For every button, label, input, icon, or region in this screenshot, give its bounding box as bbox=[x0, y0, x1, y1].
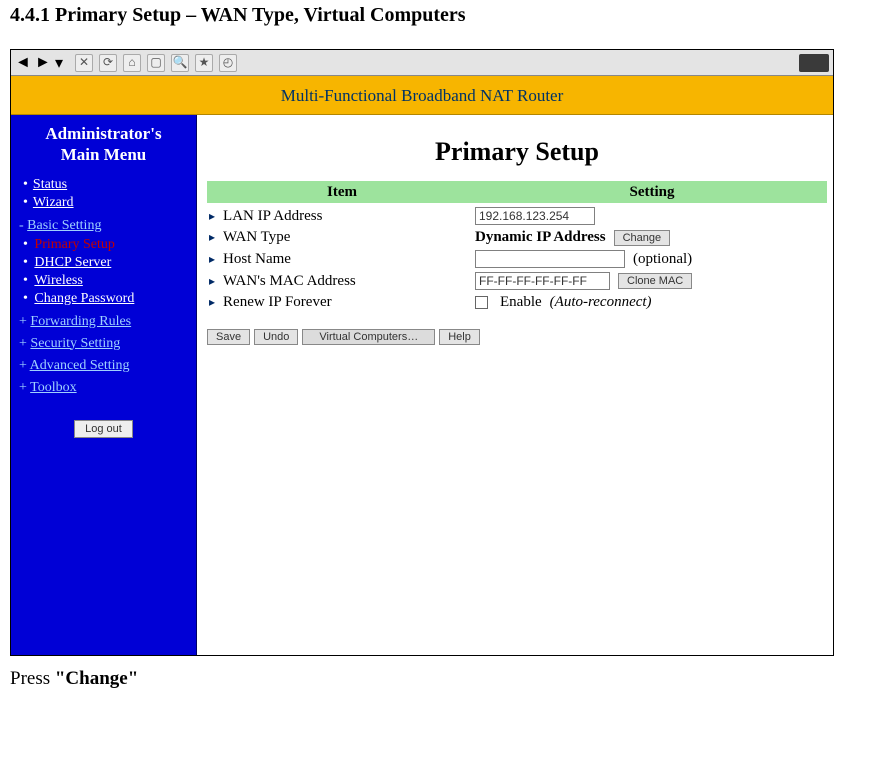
sidebar-group-forwarding-rules[interactable]: Forwarding Rules bbox=[19, 314, 188, 330]
logout-button[interactable]: Log out bbox=[74, 420, 133, 438]
checkbox-label-enable: Enable bbox=[500, 294, 542, 311]
sidebar-link-dhcp-server[interactable]: DHCP Server bbox=[34, 255, 111, 270]
virtual-computers-button[interactable]: Virtual Computers… bbox=[302, 329, 435, 345]
sidebar-group-security-setting[interactable]: Security Setting bbox=[19, 336, 188, 352]
input-host-name[interactable] bbox=[475, 250, 625, 268]
sidebar-item-wizard[interactable]: Wizard bbox=[19, 194, 188, 212]
admin-sidebar: Administrator's Main Menu Status Wizard … bbox=[11, 115, 197, 655]
save-button[interactable]: Save bbox=[207, 329, 250, 345]
favorites-icon[interactable]: ★ bbox=[195, 54, 213, 72]
row-host-name: Host Name (optional) bbox=[207, 248, 827, 270]
row-renew-ip: Renew IP Forever Enable (Auto-reconnect) bbox=[207, 292, 827, 313]
sidebar-link-primary-setup[interactable]: Primary Setup bbox=[34, 237, 115, 252]
checkbox-renew-enable[interactable] bbox=[475, 296, 488, 309]
column-header-item: Item bbox=[207, 184, 477, 201]
footer-prefix: Press bbox=[10, 668, 55, 689]
sidebar-group-forwarding-rules-label[interactable]: Forwarding Rules bbox=[30, 314, 131, 329]
undo-button[interactable]: Undo bbox=[254, 329, 298, 345]
sidebar-group-advanced-setting[interactable]: Advanced Setting bbox=[19, 358, 188, 374]
sidebar-link-change-password[interactable]: Change Password bbox=[34, 291, 134, 306]
sidebar-group-toolbox[interactable]: Toolbox bbox=[19, 380, 188, 396]
sidebar-item-primary-setup[interactable]: Primary Setup bbox=[19, 236, 188, 254]
browser-toolbar: ◄ ► ▾ ✕ ⟳ ⌂ ▢ 🔍 ★ ◴ bbox=[11, 50, 833, 76]
toolbar-right-logo bbox=[799, 54, 829, 72]
refresh-icon[interactable]: ⟳ bbox=[99, 54, 117, 72]
sidebar-group-security-setting-label[interactable]: Security Setting bbox=[30, 336, 120, 351]
change-button[interactable]: Change bbox=[614, 230, 671, 246]
renew-autoreconnect-note: (Auto-reconnect) bbox=[550, 294, 652, 311]
history-icon[interactable]: ◴ bbox=[219, 54, 237, 72]
sidebar-group-toolbox-label[interactable]: Toolbox bbox=[30, 380, 76, 395]
section-heading: 4.4.1 Primary Setup – WAN Type, Virtual … bbox=[10, 4, 862, 27]
back-icon[interactable]: ◄ bbox=[15, 54, 29, 72]
column-headers: Item Setting bbox=[207, 181, 827, 203]
sidebar-link-wireless[interactable]: Wireless bbox=[34, 273, 82, 288]
label-wan-type: WAN Type bbox=[223, 229, 290, 246]
row-wan-type: WAN Type Dynamic IP Address Change bbox=[207, 227, 827, 248]
label-host-name: Host Name bbox=[223, 251, 291, 268]
home-icon[interactable]: ⌂ bbox=[123, 54, 141, 72]
label-wan-mac: WAN's MAC Address bbox=[223, 273, 356, 290]
sidebar-link-wizard[interactable]: Wizard bbox=[33, 195, 74, 210]
clone-mac-button[interactable]: Clone MAC bbox=[618, 273, 692, 289]
dropdown-icon[interactable]: ▾ bbox=[55, 53, 69, 73]
forward-icon[interactable]: ► bbox=[35, 54, 49, 72]
sidebar-title-line2: Main Menu bbox=[61, 145, 146, 164]
sidebar-item-status[interactable]: Status bbox=[19, 176, 188, 194]
help-button[interactable]: Help bbox=[439, 329, 480, 345]
router-admin-screenshot: ◄ ► ▾ ✕ ⟳ ⌂ ▢ 🔍 ★ ◴ Multi-Functional Bro… bbox=[10, 49, 834, 656]
sidebar-item-wireless[interactable]: Wireless bbox=[19, 272, 188, 290]
input-lan-ip[interactable] bbox=[475, 207, 595, 225]
sidebar-title-line1: Administrator's bbox=[45, 124, 161, 143]
search-icon[interactable]: 🔍 bbox=[171, 54, 189, 72]
row-lan-ip: LAN IP Address bbox=[207, 205, 827, 227]
stop-icon[interactable]: ✕ bbox=[75, 54, 93, 72]
input-wan-mac[interactable] bbox=[475, 272, 610, 290]
footer-bold: "Change" bbox=[55, 668, 138, 689]
page-title: Primary Setup bbox=[207, 137, 827, 167]
sidebar-item-dhcp-server[interactable]: DHCP Server bbox=[19, 254, 188, 272]
bottom-button-row: Save Undo Virtual Computers… Help bbox=[207, 329, 827, 345]
footer-instruction: Press "Change" bbox=[10, 668, 862, 690]
column-header-setting: Setting bbox=[477, 184, 827, 201]
sidebar-group-advanced-setting-label[interactable]: Advanced Setting bbox=[30, 358, 130, 373]
blank-icon: ▢ bbox=[147, 54, 165, 72]
value-wan-type: Dynamic IP Address bbox=[475, 229, 606, 246]
label-renew-ip: Renew IP Forever bbox=[223, 294, 332, 311]
sidebar-group-basic-setting-label[interactable]: Basic Setting bbox=[27, 218, 101, 233]
sidebar-link-status[interactable]: Status bbox=[33, 177, 67, 192]
host-name-optional-note: (optional) bbox=[633, 251, 692, 268]
label-lan-ip: LAN IP Address bbox=[223, 208, 322, 225]
main-content: Primary Setup Item Setting LAN IP Addres… bbox=[197, 115, 833, 655]
banner-title: Multi-Functional Broadband NAT Router bbox=[11, 76, 833, 115]
sidebar-title: Administrator's Main Menu bbox=[19, 123, 188, 166]
row-wan-mac: WAN's MAC Address Clone MAC bbox=[207, 270, 827, 292]
sidebar-item-change-password[interactable]: Change Password bbox=[19, 290, 188, 308]
sidebar-group-basic-setting[interactable]: Basic Setting bbox=[19, 218, 188, 234]
